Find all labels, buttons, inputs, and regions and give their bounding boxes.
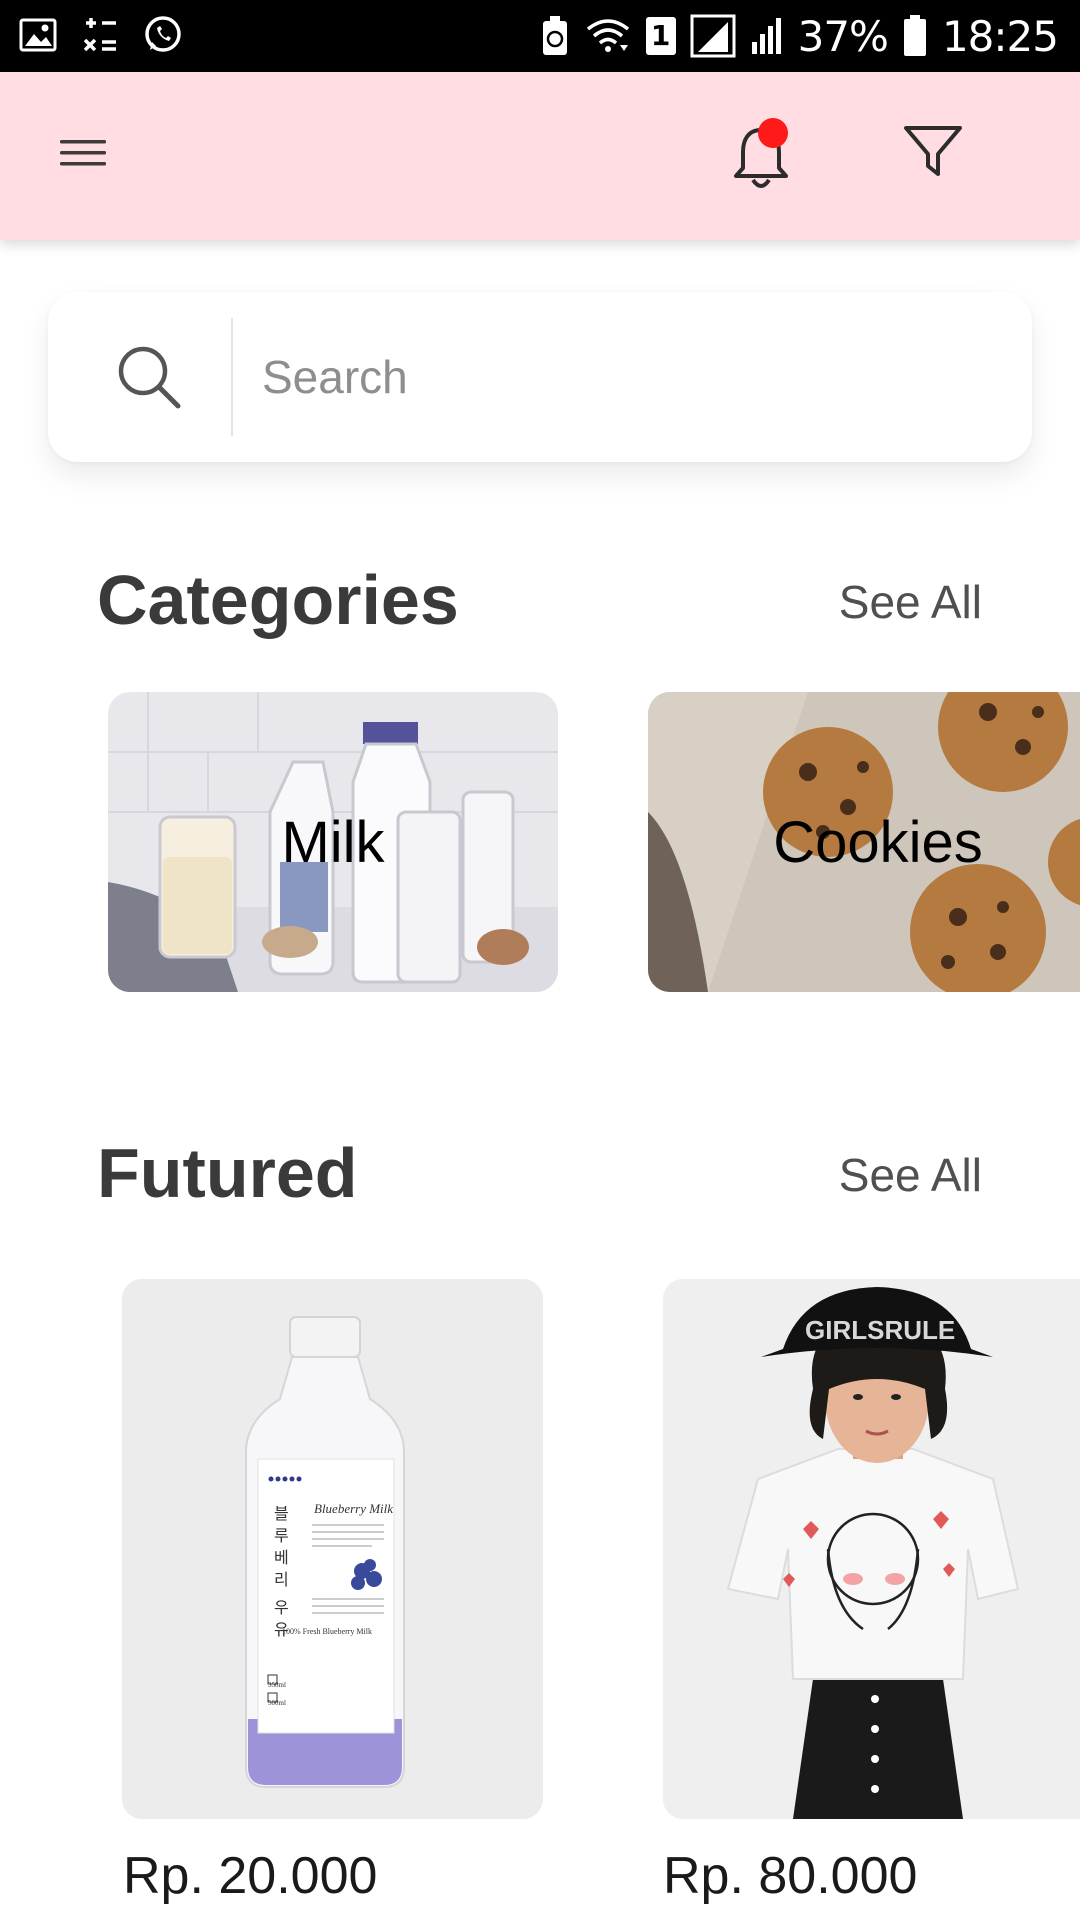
featured-see-all-link[interactable]: See All bbox=[839, 1148, 982, 1202]
sim-badge: 1 bbox=[645, 17, 676, 55]
svg-text:100% Fresh Blueberry Milk: 100% Fresh Blueberry Milk bbox=[282, 1627, 372, 1636]
featured-title: Futured bbox=[97, 1134, 358, 1212]
search-divider bbox=[231, 318, 233, 436]
featured-product-tshirt[interactable]: GIRLSRULE bbox=[663, 1279, 1080, 1819]
svg-text:루: 루 bbox=[274, 1526, 289, 1545]
calculator-icon bbox=[83, 18, 116, 52]
svg-text:유: 유 bbox=[274, 1620, 289, 1639]
clock: 18:25 bbox=[941, 11, 1059, 61]
signal-sim1-icon bbox=[690, 14, 736, 58]
blueberry-milk-image: Blueberry Milk 100% Fresh Blueberry Milk… bbox=[122, 1279, 543, 1819]
svg-text:블: 블 bbox=[274, 1504, 289, 1523]
category-card-milk[interactable]: Milk bbox=[108, 692, 558, 992]
category-label: Cookies bbox=[773, 809, 983, 875]
svg-text:우: 우 bbox=[274, 1598, 289, 1617]
product-price: Rp. 80.000 bbox=[663, 1847, 918, 1905]
filter-button[interactable] bbox=[902, 124, 968, 190]
battery-percentage: 37% bbox=[797, 11, 889, 61]
svg-text:베: 베 bbox=[274, 1548, 289, 1567]
battery-saver-icon bbox=[542, 16, 567, 55]
svg-text:Blueberry Milk: Blueberry Milk bbox=[314, 1501, 393, 1516]
gallery-icon bbox=[19, 18, 57, 52]
categories-title: Categories bbox=[97, 561, 459, 639]
status-bar: 1 37% 18:25 bbox=[0, 0, 1080, 72]
svg-text:GIRLSRULE: GIRLSRULE bbox=[805, 1315, 955, 1345]
product-price: Rp. 20.000 bbox=[123, 1847, 378, 1905]
battery-icon bbox=[903, 15, 926, 56]
signal-sim2-icon bbox=[751, 18, 781, 54]
whatsapp-icon bbox=[145, 16, 181, 52]
tshirt-model-image: GIRLSRULE bbox=[663, 1279, 1080, 1819]
notification-badge bbox=[758, 118, 788, 148]
featured-product-blueberry-milk[interactable]: Blueberry Milk 100% Fresh Blueberry Milk… bbox=[122, 1279, 543, 1819]
svg-text:리: 리 bbox=[274, 1570, 289, 1589]
notifications-button[interactable] bbox=[728, 116, 794, 196]
search-input[interactable] bbox=[262, 332, 982, 422]
filter-icon bbox=[904, 126, 962, 176]
status-bar-system: 1 37% 18:25 bbox=[540, 10, 1059, 62]
search-icon[interactable] bbox=[114, 342, 184, 412]
menu-button[interactable] bbox=[60, 138, 116, 178]
hamburger-menu-icon bbox=[60, 140, 106, 166]
wifi-icon bbox=[586, 19, 629, 52]
search-bar bbox=[48, 292, 1032, 462]
categories-see-all-link[interactable]: See All bbox=[839, 575, 982, 629]
app-bar bbox=[0, 72, 1080, 240]
category-label: Milk bbox=[281, 809, 385, 875]
status-bar-notifications bbox=[18, 14, 184, 56]
category-card-cookies[interactable]: Cookies bbox=[648, 692, 1080, 992]
